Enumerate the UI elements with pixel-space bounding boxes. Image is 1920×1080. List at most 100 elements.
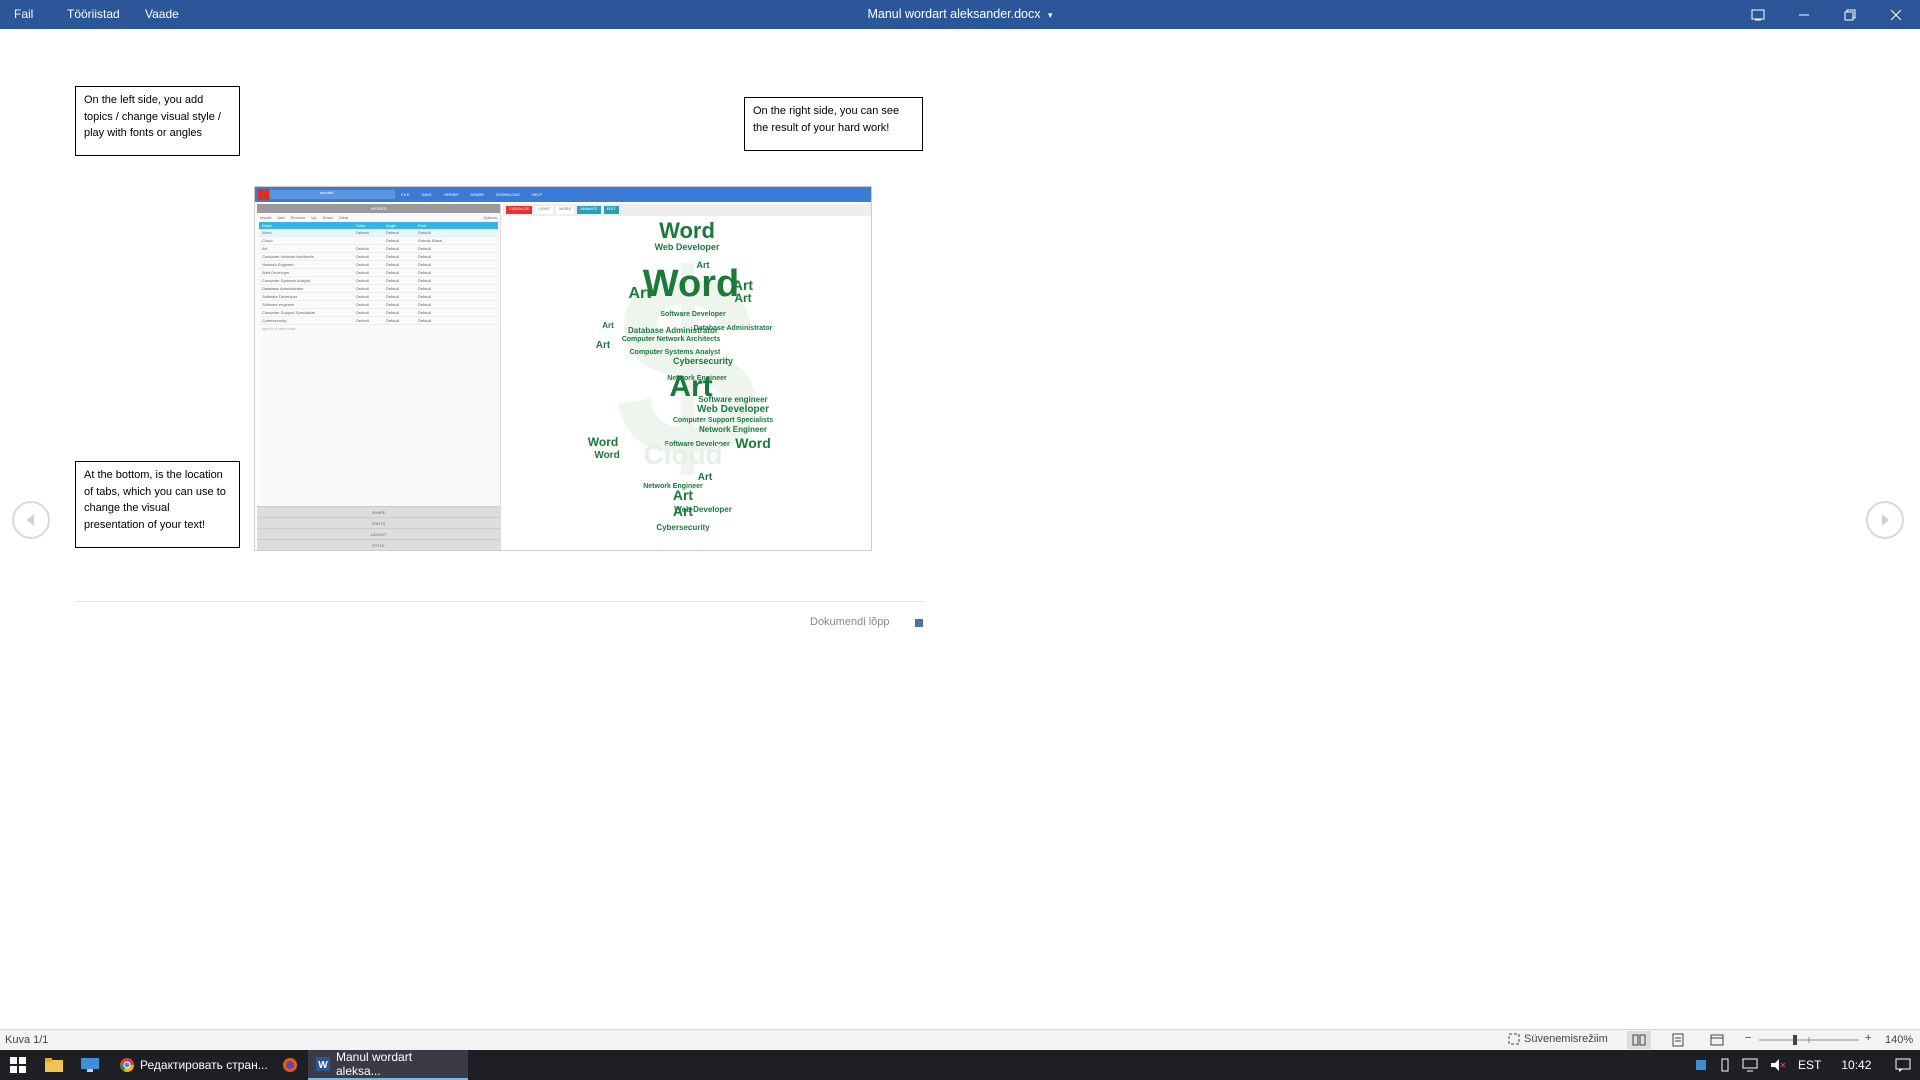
wordart-word-cell: Default	[418, 286, 431, 291]
cloud-word: Computer Support Specialists	[673, 417, 773, 424]
monitor-network-icon[interactable]	[1742, 1058, 1758, 1072]
document-end-line	[75, 601, 923, 602]
network-app-icon[interactable]	[1694, 1058, 1708, 1072]
wordart-clear-button: Clear	[338, 215, 349, 220]
wordart-word-toolbar: Import Add Remove Up Down Clear Options	[257, 213, 500, 222]
taskbar-app-chrome[interactable]: Редактировать стран...	[112, 1050, 276, 1080]
wordart-visualize-button: VISUALIZE	[506, 206, 533, 214]
wordart-word-cell: Default	[386, 230, 399, 235]
previous-page-button[interactable]	[12, 501, 50, 539]
cloud-word: Word	[588, 435, 618, 449]
wordart-word-cell: Default	[386, 278, 399, 283]
zoom-in-button[interactable]: +	[1865, 1032, 1871, 1044]
cloud-word: Computer Systems Analyst	[630, 349, 721, 356]
wordart-word-cell: Default	[386, 262, 399, 267]
desktop-app-button[interactable]	[72, 1050, 108, 1080]
focus-view-button[interactable]	[1735, 0, 1781, 29]
wordart-word-cell: Default	[418, 294, 431, 299]
wordart-menu-item: FILE	[401, 192, 410, 197]
firefox-button[interactable]	[272, 1050, 308, 1080]
wordart-screenshot-image: wordart FILE SAVE ORDER SHARE DOWNLOAD H…	[254, 186, 872, 551]
cloud-word: Network Engineer	[699, 425, 767, 434]
cloud-word: Cybersecurity	[673, 356, 733, 366]
zoom-control: − +	[1745, 1032, 1875, 1046]
wordart-col-color: Color	[356, 223, 366, 228]
clock[interactable]: 10:42	[1841, 1058, 1871, 1072]
wordart-word-row: Software engineer Default Default Default	[259, 301, 498, 309]
taskbar-app-word[interactable]: W Manul wordart aleksa...	[308, 1050, 468, 1080]
wordart-word-cell: Default	[418, 270, 431, 275]
cloud-word: Word	[594, 450, 619, 461]
speaker-muted-icon[interactable]	[1770, 1058, 1786, 1072]
monitor-icon	[81, 1058, 99, 1072]
wordart-word-row: Cloud Default Roboto Black	[259, 237, 498, 245]
wordart-add-button: Add	[277, 215, 285, 220]
input-language[interactable]: EST	[1798, 1058, 1821, 1072]
cloud-word: Database Administrator	[694, 325, 773, 332]
wordart-word-cell: Default	[356, 270, 369, 275]
screen-icon	[1751, 9, 1765, 20]
wordart-preview-panel: VISUALIZE LIGHT MORE ANIMATE EDIT $ Word…	[503, 204, 871, 550]
zoom-slider[interactable]	[1759, 1034, 1859, 1046]
minimize-button[interactable]	[1781, 0, 1827, 29]
wordart-add-word-input: type in a new word	[262, 326, 296, 331]
zoom-slider-thumb[interactable]	[1793, 1035, 1797, 1045]
wordart-word-cell: Default	[356, 230, 369, 235]
next-page-button[interactable]	[1866, 501, 1904, 539]
cloud-word: Art	[628, 285, 652, 302]
focus-mode-label: Süvenemisrežiim	[1524, 1033, 1608, 1045]
wordart-dollar-cloud: $ WordWeb DeveloperArtWordArt ArtArtSoftw…	[588, 218, 774, 532]
focus-mode-button[interactable]: Süvenemisrežiim	[1508, 1033, 1608, 1045]
notification-icon[interactable]	[1895, 1058, 1911, 1072]
wordart-logo	[258, 189, 269, 200]
restore-button[interactable]	[1827, 0, 1873, 29]
start-button[interactable]	[0, 1050, 36, 1080]
wordart-col-angle: Angle	[386, 223, 397, 228]
web-layout-button[interactable]	[1705, 1031, 1729, 1049]
cloud-word: Art	[602, 321, 614, 330]
wordart-options-button: Options	[483, 215, 497, 220]
wordart-menu-item: SAVE	[421, 192, 432, 197]
zoom-out-button[interactable]: −	[1745, 1032, 1751, 1044]
chevron-down-icon[interactable]: ▾	[1048, 10, 1053, 20]
wordart-tab-fonts: FONTS	[257, 517, 500, 528]
wordart-word-cell: Default	[356, 246, 369, 251]
wordart-word-row: Art Default Default Default	[259, 245, 498, 253]
wordart-word-cell: Default	[386, 246, 399, 251]
cloud-word: Software Developer	[660, 311, 726, 318]
wordart-up-button: Up	[311, 215, 317, 220]
wordart-word-cell: Default	[386, 238, 399, 243]
wordart-word-cell: Software Developer	[262, 294, 298, 299]
cloud-word: Cloud	[643, 439, 722, 470]
wordart-tab-style: STYLE	[257, 539, 500, 550]
wordart-preview-toolbar: VISUALIZE LIGHT MORE ANIMATE EDIT	[503, 204, 871, 216]
cloud-word: Word	[735, 435, 771, 451]
wordart-word-cell: Default	[356, 254, 369, 259]
wordart-tabs: SHAPE FONTS LAYOUT STYLE	[257, 506, 500, 550]
wordart-word-row: Word Default Default Default	[259, 229, 498, 237]
svg-text:W: W	[318, 1060, 328, 1071]
folder-icon	[45, 1058, 63, 1072]
usb-icon[interactable]	[1720, 1058, 1730, 1072]
wordart-word-cell: Default	[356, 294, 369, 299]
focus-icon	[1508, 1033, 1520, 1045]
read-mode-button[interactable]	[1627, 1031, 1651, 1049]
wordart-menu-item: ORDER	[443, 192, 459, 197]
wordart-word-cell: Default	[418, 262, 431, 267]
file-explorer-button[interactable]	[36, 1050, 72, 1080]
cloud-word: Cybersecurity	[656, 523, 710, 532]
firefox-icon	[283, 1058, 297, 1072]
wordart-light-button: LIGHT	[535, 206, 554, 214]
zoom-level[interactable]: 140%	[1885, 1034, 1913, 1046]
minimize-icon	[1799, 14, 1809, 15]
wordart-search: wordart	[270, 190, 395, 199]
word-icon: W	[316, 1057, 330, 1071]
wordart-word-cell: Computer Support Specialists	[262, 310, 315, 315]
wordart-col-word: Word	[262, 223, 272, 228]
print-layout-button[interactable]	[1666, 1031, 1690, 1049]
document-title[interactable]: Manul wordart aleksander.docx ▾	[0, 7, 1920, 21]
close-button[interactable]	[1873, 0, 1919, 29]
wordart-word-cell: Default	[386, 318, 399, 323]
wordart-word-cell: Computer Network Architects	[262, 254, 314, 259]
wordart-words-panel: WORDS Import Add Remove Up Down Clear Op…	[257, 204, 501, 550]
